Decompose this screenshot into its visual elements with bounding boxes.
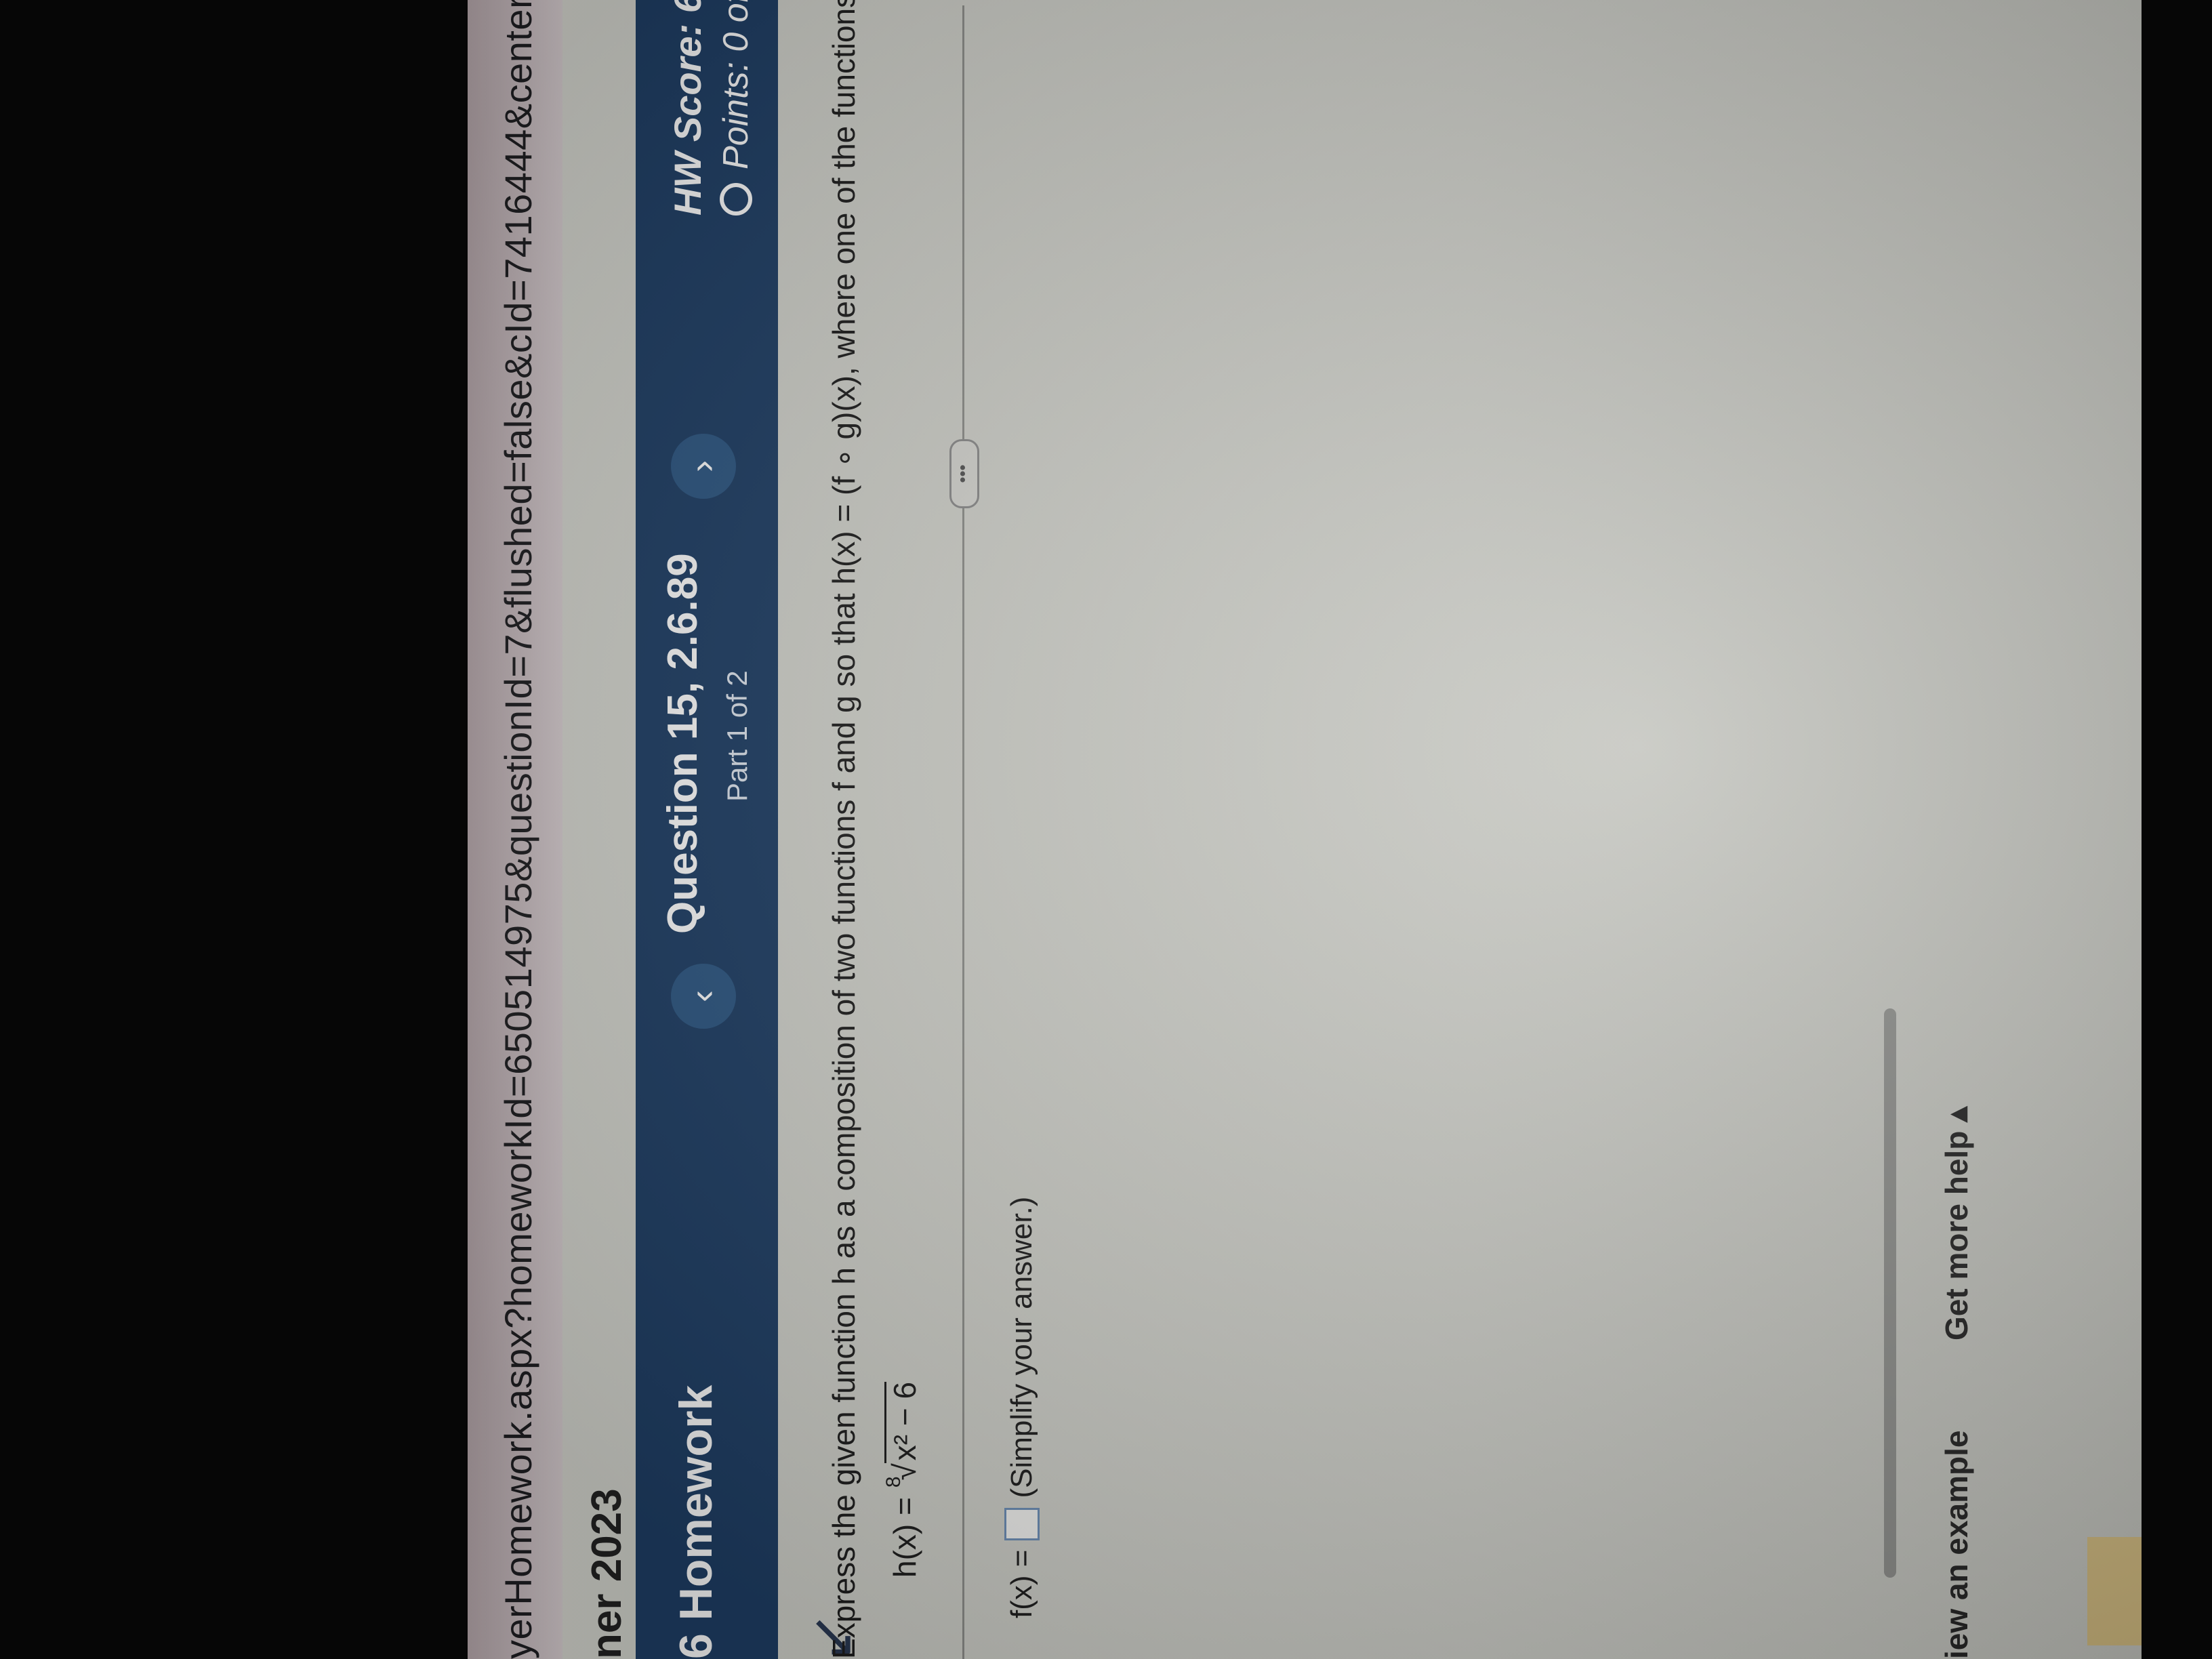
status-circle-icon [720, 183, 752, 216]
previous-question-button[interactable]: ‹ [671, 964, 736, 1029]
chevron-left-icon: ‹ [682, 990, 722, 1002]
points-row: Points: 0 of 1 [716, 0, 756, 216]
root-index: 8 [882, 1476, 905, 1488]
help-bar: iew an example Get more help ▴ [1938, 0, 1999, 1659]
h-label: h(x) = [887, 1497, 922, 1578]
chevron-right-icon: › [682, 460, 722, 472]
screen: yerHomework.aspx?homeworkId=650514975&qu… [468, 0, 2142, 1659]
taskbar-item [2087, 1537, 2142, 1645]
answer-row: f(x) = (Simplify your answer.) [1004, 1197, 1040, 1618]
next-question-button[interactable]: › [671, 434, 736, 499]
homework-title: 6 Homework [670, 1385, 722, 1659]
question-prompt: Express the given function h as a compos… [826, 0, 861, 1659]
question-title: Question 15, 2.6.89 [659, 553, 706, 934]
view-example-link[interactable]: iew an example [1938, 1431, 1975, 1659]
address-bar[interactable]: yerHomework.aspx?homeworkId=650514975&qu… [468, 0, 562, 1659]
expand-button[interactable]: ••• [949, 439, 979, 508]
points-text: Points: 0 of 1 [716, 0, 756, 169]
answer-input[interactable] [1004, 1507, 1040, 1540]
scrollbar[interactable] [1884, 1008, 1896, 1578]
divider [962, 5, 964, 1659]
url-text[interactable]: yerHomework.aspx?homeworkId=650514975&qu… [496, 0, 540, 1659]
course-term: ner 2023 [583, 1488, 630, 1659]
get-more-help-link[interactable]: Get more help ▴ [1938, 1107, 1975, 1340]
question-part: Part 1 of 2 [721, 670, 753, 802]
h-function: h(x) = 8 √ x² − 6 [882, 1381, 923, 1578]
question-navbar: 6 Homework ‹ Question 15, 2.6.89 Part 1 … [636, 0, 778, 1659]
radicand: x² − 6 [884, 1381, 923, 1464]
answer-hint: (Simplify your answer.) [1005, 1196, 1038, 1498]
answer-label: f(x) = [1005, 1549, 1038, 1618]
hw-score: HW Score: 68.52 [666, 0, 709, 216]
